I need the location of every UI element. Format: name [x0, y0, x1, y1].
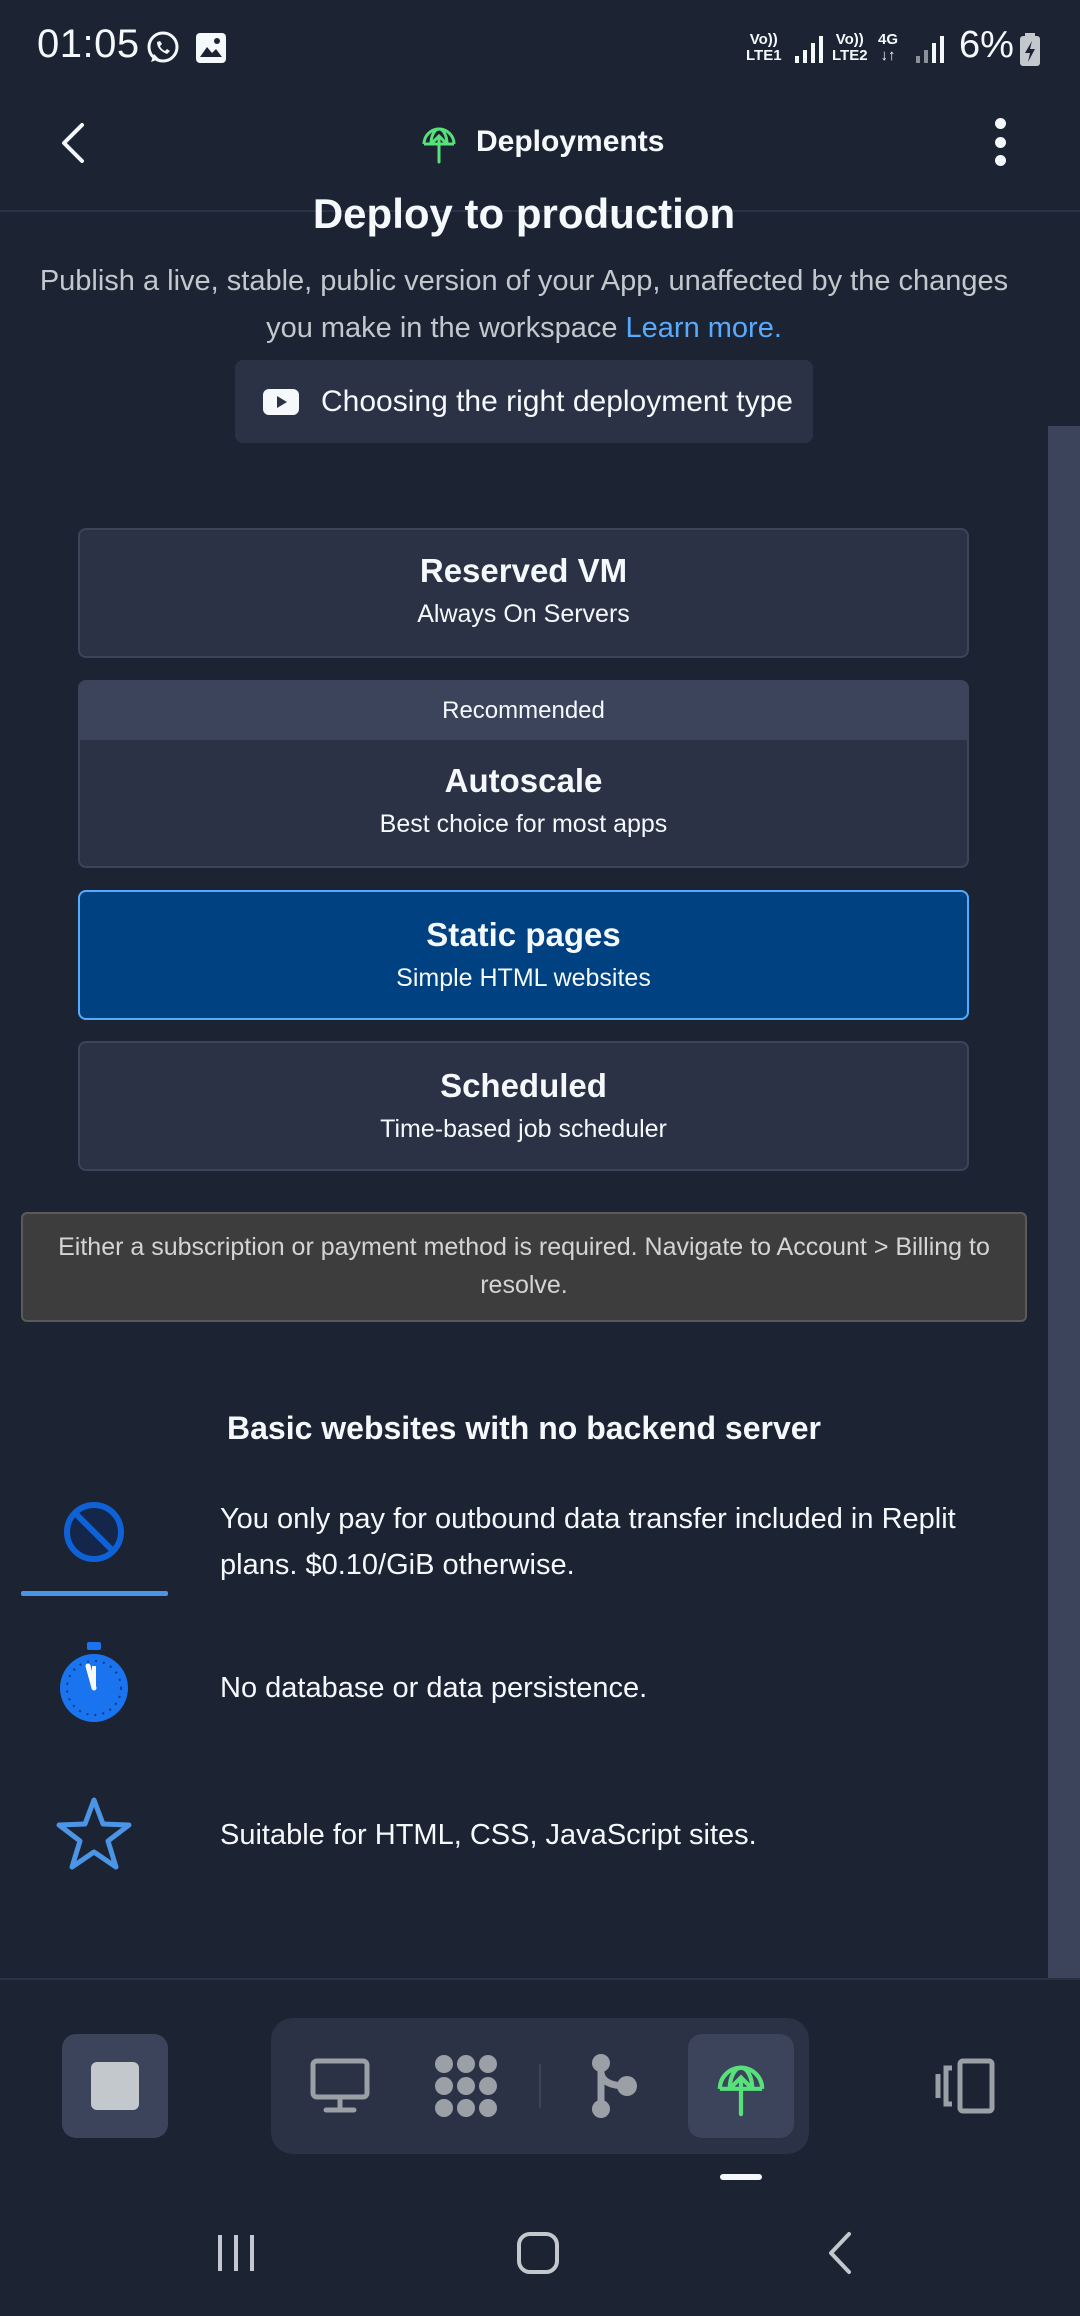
section-heading: Deploy to production [312, 190, 736, 237]
video-button-label: Choosing the right deployment type [321, 384, 793, 418]
details-heading: Basic websites with no backend server [226, 1410, 821, 1446]
learn-more-link[interactable]: Learn more. [626, 312, 782, 344]
stop-button[interactable] [62, 2034, 168, 2138]
star-icon [56, 1796, 132, 1872]
page-title: Deployments [476, 125, 665, 158]
battery-percent: 6% [959, 24, 1014, 66]
more-options-button[interactable] [974, 112, 1026, 172]
stop-icon [91, 2062, 139, 2110]
tab-divider [539, 2064, 541, 2108]
panels-button[interactable] [930, 2050, 1000, 2122]
sim1-label: Vo)) LTE1 [746, 31, 782, 64]
deploy-globe-icon [717, 2065, 765, 2117]
webview-monitor-icon [310, 2058, 370, 2113]
feature-text: You only pay for outbound data transfer … [220, 1503, 956, 1581]
extensions-icon [435, 2055, 497, 2117]
battery-charging-icon [1018, 32, 1042, 73]
tab-deployments[interactable] [688, 2034, 794, 2138]
more-vertical-icon [994, 118, 1006, 129]
gallery-icon [193, 30, 229, 66]
feature-text: No database or data persistence. [220, 1672, 648, 1704]
recent-apps-button[interactable] [196, 2220, 276, 2286]
stopwatch-icon [56, 1640, 132, 1722]
status-time: 01:05 [37, 22, 140, 66]
billing-notice: Either a subscription or payment method … [21, 1212, 1027, 1322]
deploy-globe-icon [422, 127, 456, 164]
tab-git[interactable] [561, 2034, 667, 2138]
scrollbar[interactable] [1048, 426, 1080, 1978]
home-icon [517, 2232, 559, 2274]
back-icon [829, 2232, 851, 2274]
feature-text: Suitable for HTML, CSS, JavaScript sites… [220, 1819, 757, 1851]
whatsapp-icon [145, 30, 181, 66]
home-button[interactable] [498, 2220, 578, 2286]
network-type: 4G ↓↑ [878, 31, 899, 64]
signal-icon [915, 34, 945, 69]
app-bar-title-group: Deployments [420, 118, 664, 166]
deployment-type-scheduled[interactable]: Scheduled Time-based job scheduler [78, 1041, 969, 1171]
deployment-type-video-button[interactable]: Choosing the right deployment type [235, 360, 813, 443]
section-description: Publish a live, stable, public version o… [39, 265, 1009, 344]
tab-webview[interactable] [287, 2034, 393, 2138]
signal-icon [794, 34, 824, 69]
youtube-icon [263, 388, 299, 415]
system-back-button[interactable] [800, 2220, 880, 2286]
git-icon [592, 2054, 637, 2118]
deployment-type-static-pages[interactable]: Static pages Simple HTML websites [78, 890, 969, 1020]
deployment-type-reserved-vm[interactable]: Reserved VM Always On Servers [78, 528, 969, 658]
back-button[interactable] [40, 110, 106, 176]
panels-icon [935, 2058, 995, 2114]
tab-extensions[interactable] [413, 2034, 519, 2138]
deployment-type-autoscale[interactable]: Recommended Autoscale Best choice for mo… [78, 680, 969, 868]
recommended-badge: Recommended [80, 682, 967, 740]
active-tab-indicator [720, 2174, 762, 2180]
back-arrow-icon [62, 123, 84, 163]
toolbar-divider [0, 1978, 1080, 1980]
prohibited-icon [56, 1494, 132, 1570]
sim2-label: Vo)) LTE2 [832, 31, 868, 64]
recent-apps-icon [218, 2235, 254, 2271]
feature-icon-underline [21, 1591, 168, 1596]
